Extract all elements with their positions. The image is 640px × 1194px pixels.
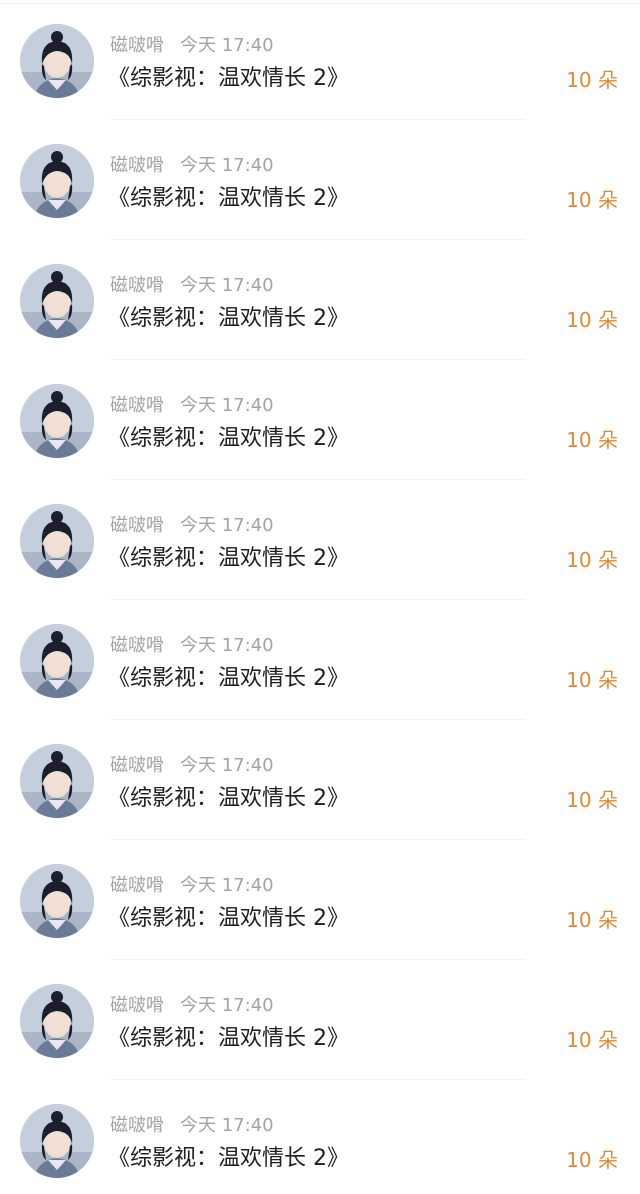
avatar[interactable] [20, 864, 94, 938]
book-title: 《综影视：温欢情长 2》 [108, 666, 349, 691]
avatar-photo-icon [20, 384, 94, 458]
record-time: 今天 17:40 [180, 155, 274, 176]
record-time: 今天 17:40 [180, 995, 274, 1016]
book-title: 《综影视：温欢情长 2》 [108, 786, 349, 811]
avatar[interactable] [20, 384, 94, 458]
book-title: 《综影视：温欢情长 2》 [108, 1026, 349, 1051]
sender-name: 磁啵嗗 [110, 635, 164, 656]
record-meta: 磁啵嗗 今天 17:40 [110, 1114, 274, 1138]
book-title: 《综影视：温欢情长 2》 [108, 546, 349, 571]
avatar-photo-icon [20, 1104, 94, 1178]
avatar-photo-icon [20, 24, 94, 98]
gift-amount: 10 朵 [566, 1148, 618, 1172]
avatar-photo-icon [20, 984, 94, 1058]
avatar[interactable] [20, 24, 94, 98]
list-item[interactable]: 磁啵嗗 今天 17:40 《综影视：温欢情长 2》 10 朵 [0, 840, 640, 960]
list-item[interactable]: 磁啵嗗 今天 17:40 《综影视：温欢情长 2》 10 朵 [0, 240, 640, 360]
avatar[interactable] [20, 624, 94, 698]
gift-record-list: 磁啵嗗 今天 17:40 《综影视：温欢情长 2》 10 朵 磁啵嗗 今天 17:4… [0, 0, 640, 1194]
gift-amount: 10 朵 [566, 1028, 618, 1052]
record-time: 今天 17:40 [180, 755, 274, 776]
sender-name: 磁啵嗗 [110, 755, 164, 776]
book-title: 《综影视：温欢情长 2》 [108, 306, 349, 331]
record-meta: 磁啵嗗 今天 17:40 [110, 394, 274, 418]
avatar[interactable] [20, 264, 94, 338]
record-meta: 磁啵嗗 今天 17:40 [110, 154, 274, 178]
list-item[interactable]: 磁啵嗗 今天 17:40 《综影视：温欢情长 2》 10 朵 [0, 480, 640, 600]
avatar-photo-icon [20, 504, 94, 578]
sender-name: 磁啵嗗 [110, 515, 164, 536]
avatar-photo-icon [20, 744, 94, 818]
list-item[interactable]: 磁啵嗗 今天 17:40 《综影视：温欢情长 2》 10 朵 [0, 120, 640, 240]
record-meta: 磁啵嗗 今天 17:40 [110, 994, 274, 1018]
avatar[interactable] [20, 144, 94, 218]
record-meta: 磁啵嗗 今天 17:40 [110, 274, 274, 298]
book-title: 《综影视：温欢情长 2》 [108, 186, 349, 211]
book-title: 《综影视：温欢情长 2》 [108, 906, 349, 931]
book-title: 《综影视：温欢情长 2》 [108, 66, 349, 91]
record-time: 今天 17:40 [180, 35, 274, 56]
gift-amount: 10 朵 [566, 308, 618, 332]
gift-amount: 10 朵 [566, 548, 618, 572]
sender-name: 磁啵嗗 [110, 875, 164, 896]
record-time: 今天 17:40 [180, 395, 274, 416]
avatar-photo-icon [20, 264, 94, 338]
avatar-photo-icon [20, 144, 94, 218]
record-time: 今天 17:40 [180, 515, 274, 536]
record-time: 今天 17:40 [180, 635, 274, 656]
gift-amount: 10 朵 [566, 668, 618, 692]
avatar[interactable] [20, 1104, 94, 1178]
avatar[interactable] [20, 504, 94, 578]
sender-name: 磁啵嗗 [110, 395, 164, 416]
record-time: 今天 17:40 [180, 275, 274, 296]
list-item[interactable]: 磁啵嗗 今天 17:40 《综影视：温欢情长 2》 10 朵 [0, 600, 640, 720]
sender-name: 磁啵嗗 [110, 995, 164, 1016]
avatar[interactable] [20, 744, 94, 818]
record-time: 今天 17:40 [180, 1115, 274, 1136]
book-title: 《综影视：温欢情长 2》 [108, 426, 349, 451]
list-item[interactable]: 磁啵嗗 今天 17:40 《综影视：温欢情长 2》 10 朵 [0, 720, 640, 840]
gift-amount: 10 朵 [566, 428, 618, 452]
record-meta: 磁啵嗗 今天 17:40 [110, 874, 274, 898]
gift-amount: 10 朵 [566, 188, 618, 212]
record-meta: 磁啵嗗 今天 17:40 [110, 754, 274, 778]
book-title: 《综影视：温欢情长 2》 [108, 1146, 349, 1171]
record-meta: 磁啵嗗 今天 17:40 [110, 634, 274, 658]
avatar[interactable] [20, 984, 94, 1058]
gift-amount: 10 朵 [566, 788, 618, 812]
record-meta: 磁啵嗗 今天 17:40 [110, 34, 274, 58]
sender-name: 磁啵嗗 [110, 35, 164, 56]
gift-amount: 10 朵 [566, 68, 618, 92]
sender-name: 磁啵嗗 [110, 155, 164, 176]
record-time: 今天 17:40 [180, 875, 274, 896]
list-item[interactable]: 磁啵嗗 今天 17:40 《综影视：温欢情长 2》 10 朵 [0, 0, 640, 120]
avatar-photo-icon [20, 624, 94, 698]
sender-name: 磁啵嗗 [110, 1115, 164, 1136]
list-item[interactable]: 磁啵嗗 今天 17:40 《综影视：温欢情长 2》 10 朵 [0, 960, 640, 1080]
record-meta: 磁啵嗗 今天 17:40 [110, 514, 274, 538]
list-item[interactable]: 磁啵嗗 今天 17:40 《综影视：温欢情长 2》 10 朵 [0, 1080, 640, 1194]
sender-name: 磁啵嗗 [110, 275, 164, 296]
gift-amount: 10 朵 [566, 908, 618, 932]
list-item[interactable]: 磁啵嗗 今天 17:40 《综影视：温欢情长 2》 10 朵 [0, 360, 640, 480]
avatar-photo-icon [20, 864, 94, 938]
